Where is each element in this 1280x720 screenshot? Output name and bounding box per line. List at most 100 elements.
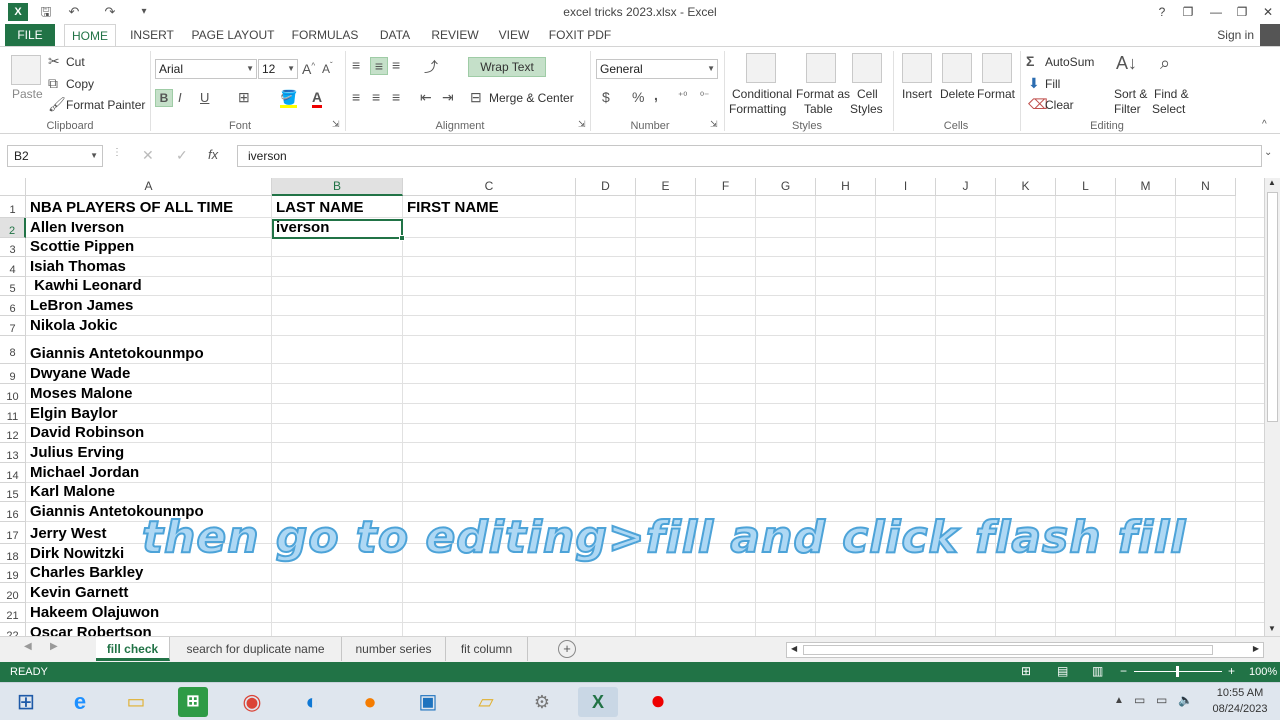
format-as-table-icon[interactable] [806,53,836,83]
align-left-icon[interactable]: ≡ [352,89,360,105]
add-sheet-icon[interactable]: + [558,640,576,658]
cell-a10[interactable]: Moses Malone [26,384,133,404]
cell-a3[interactable]: Scottie Pippen [26,237,134,257]
sign-in-link[interactable]: Sign in [1217,28,1254,42]
column-header-l[interactable]: L [1056,178,1116,196]
cell-a19[interactable]: Charles Barkley [26,563,143,583]
comma-button[interactable]: , [654,87,658,103]
tab-file[interactable]: FILE [5,24,55,46]
sheet-tab-number-series[interactable]: number series [342,637,446,661]
sheet-tab-fit-column[interactable]: fit column [446,637,528,661]
wrap-text-button[interactable]: Wrap Text [468,57,546,77]
fill-icon[interactable]: ⬇ [1028,75,1040,92]
dialog-launcher-icon[interactable]: ⇲ [332,119,340,130]
cell-a7[interactable]: Nikola Jokic [26,316,118,336]
cell-a14[interactable]: Michael Jordan [26,463,139,483]
format-painter-button[interactable]: Format Painter [66,98,145,112]
row-header-19[interactable]: 19 [0,564,26,583]
font-name-combo[interactable]: Arial ▼ [155,59,257,79]
formatting-label[interactable]: Formatting [729,102,786,116]
zoom-slider-thumb[interactable] [1176,666,1179,677]
collapse-ribbon-icon[interactable]: ^ [1262,119,1267,130]
remote-desktop-icon[interactable]: ▣ [408,687,448,717]
scroll-right-icon[interactable]: ▶ [1253,644,1259,653]
edge-icon[interactable]: ◐ [292,687,332,717]
clock-date[interactable]: 08/24/2023 [1210,703,1270,715]
maximize-button[interactable]: ❐ [1230,2,1254,22]
format-button[interactable]: Format [977,87,1015,101]
clear-button[interactable]: Clear [1045,98,1074,112]
row-header-3[interactable]: 3 [0,238,26,257]
cancel-icon[interactable]: ✕ [142,147,154,164]
cell-a9[interactable]: Dwyane Wade [26,364,130,384]
format-as-label[interactable]: Format as [796,87,850,101]
help-button[interactable]: ? [1150,2,1174,22]
row-header-11[interactable]: 11 [0,404,26,424]
copy-button[interactable]: Copy [66,77,94,91]
formula-input[interactable]: iverson [237,145,1262,167]
row-header-1[interactable]: 1 [0,196,26,218]
column-header-i[interactable]: I [876,178,936,196]
next-sheet-icon[interactable]: ▶ [50,641,58,652]
app-gear-icon[interactable]: ⚙ [522,687,562,717]
record-icon[interactable]: ⏺ [638,687,678,717]
close-button[interactable]: ✕ [1256,2,1280,22]
column-header-k[interactable]: K [996,178,1056,196]
dialog-launcher-icon[interactable]: ⇲ [578,119,586,130]
cell-styles-label[interactable]: Styles [850,102,883,116]
horizontal-scroll-thumb[interactable] [803,645,1213,655]
merge-center-icon[interactable]: ⊟ [470,89,482,106]
internet-explorer-icon[interactable]: e [60,687,100,717]
row-header-18[interactable]: 18 [0,544,26,564]
conditional-formatting-label[interactable]: Conditional [732,87,792,101]
cut-button[interactable]: Cut [66,55,85,69]
cell-c1[interactable]: FIRST NAME [403,198,499,218]
find-label[interactable]: Find & [1154,87,1189,101]
align-bottom-icon[interactable]: ≡ [392,57,400,73]
delete-cells-icon[interactable] [942,53,972,83]
scroll-up-icon[interactable]: ▲ [1268,178,1276,187]
fill-button[interactable]: Fill [1045,77,1060,91]
row-header-6[interactable]: 6 [0,296,26,316]
fill-handle[interactable] [399,235,405,241]
row-header-9[interactable]: 9 [0,364,26,384]
column-header-j[interactable]: J [936,178,996,196]
autosum-icon[interactable]: Σ [1026,53,1034,69]
insert-button[interactable]: Insert [902,87,932,101]
italic-button[interactable]: I [178,90,182,105]
vertical-scroll-thumb[interactable] [1267,192,1278,422]
align-right-icon[interactable]: ≡ [392,89,400,105]
store-icon[interactable]: ⊞ [178,687,208,717]
row-header-14[interactable]: 14 [0,463,26,483]
cell-a4[interactable]: Isiah Thomas [26,257,126,277]
font-size-combo[interactable]: 12 ▼ [258,59,298,79]
wifi-icon[interactable]: ▭ [1156,693,1167,707]
cut-icon[interactable]: ✂ [48,53,60,70]
table-label[interactable]: Table [804,102,833,116]
row-header-16[interactable]: 16 [0,502,26,522]
paste-icon[interactable] [11,55,41,85]
cell-a18[interactable]: Dirk Nowitzki [26,544,124,564]
tray-chevron-icon[interactable]: ▲ [1114,695,1124,706]
cell-b1[interactable]: LAST NAME [272,198,364,218]
cell-a8[interactable]: Giannis Antetokounmpo [26,344,204,364]
row-header-15[interactable]: 15 [0,483,26,502]
column-header-a[interactable]: A [26,178,272,196]
cell-a22[interactable]: Oscar Robertson [26,623,152,636]
tab-insert[interactable]: INSERT [126,24,178,46]
decrease-decimal-icon[interactable]: ⁰⁻ [700,91,709,102]
normal-view-icon[interactable]: ⊞ [1021,664,1031,678]
underline-button[interactable]: U [200,90,209,105]
format-cells-icon[interactable] [982,53,1012,83]
dialog-launcher-icon[interactable]: ⇲ [710,119,718,130]
name-box[interactable]: B2 ▼ [7,145,103,167]
clock-time[interactable]: 10:55 AM [1210,687,1270,699]
increase-indent-icon[interactable]: ⇥ [442,89,454,106]
enter-icon[interactable]: ✓ [176,147,188,164]
column-header-n[interactable]: N [1176,178,1236,196]
zoom-level[interactable]: 100% [1249,666,1277,678]
column-header-h[interactable]: H [816,178,876,196]
row-header-7[interactable]: 7 [0,316,26,336]
prev-sheet-icon[interactable]: ◀ [24,641,32,652]
cell-a21[interactable]: Hakeem Olajuwon [26,603,159,623]
